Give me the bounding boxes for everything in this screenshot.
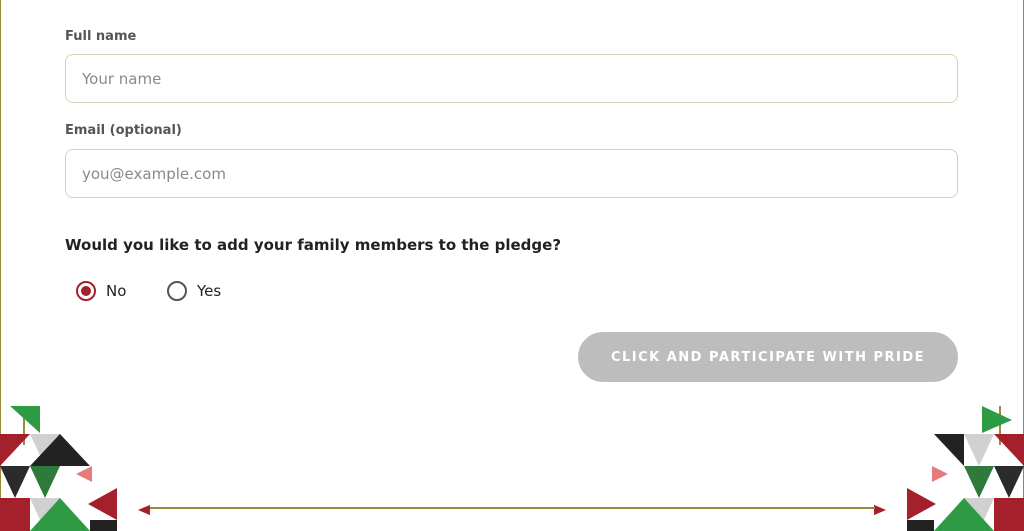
full-name-input[interactable] bbox=[65, 54, 958, 103]
participate-button[interactable]: CLICK AND PARTICIPATE WITH PRIDE bbox=[578, 332, 958, 382]
full-name-label: Full name bbox=[65, 29, 137, 44]
radio-option-yes[interactable]: Yes bbox=[167, 281, 221, 301]
email-label: Email (optional) bbox=[65, 123, 182, 138]
geometric-flag-pattern-icon bbox=[874, 406, 1024, 531]
geometric-flag-pattern-icon bbox=[0, 406, 150, 531]
radio-label-no: No bbox=[106, 282, 127, 300]
radio-label-yes: Yes bbox=[197, 282, 222, 300]
radio-selected-icon[interactable] bbox=[76, 281, 96, 301]
email-input[interactable] bbox=[65, 149, 958, 198]
radio-unselected-icon[interactable] bbox=[167, 281, 187, 301]
family-question: Would you like to add your family member… bbox=[65, 236, 562, 254]
radio-option-no[interactable]: No bbox=[76, 281, 126, 301]
footer-divider-line bbox=[150, 507, 875, 509]
